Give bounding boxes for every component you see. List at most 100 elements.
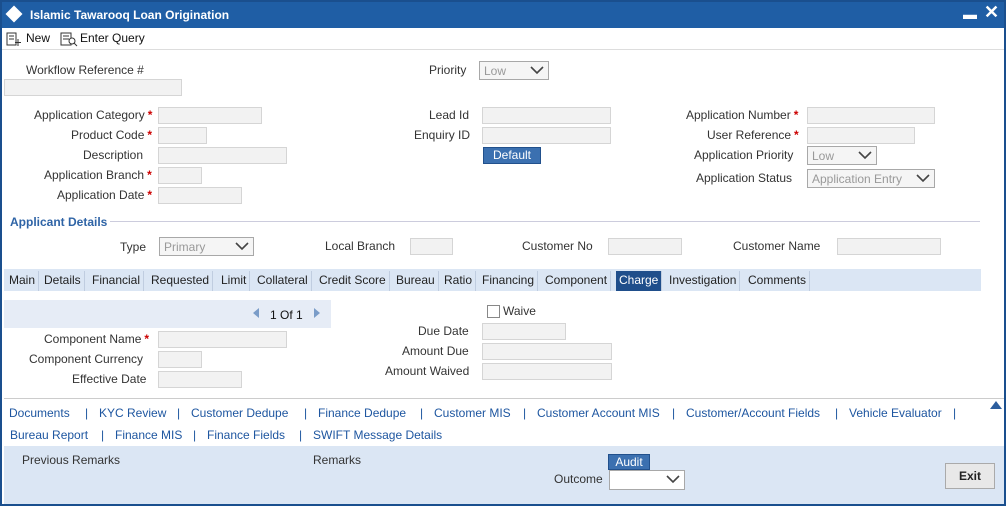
link-vehicle-evaluator[interactable]: Vehicle Evaluator bbox=[849, 406, 942, 420]
effective-date-field[interactable] bbox=[158, 371, 242, 388]
link-separator: | bbox=[672, 406, 676, 420]
type-value: Primary bbox=[164, 240, 206, 254]
chevron-down-icon bbox=[235, 242, 249, 251]
link-separator: | bbox=[85, 406, 89, 420]
chevron-down-icon bbox=[666, 475, 680, 484]
link-customer-mis[interactable]: Customer MIS bbox=[434, 406, 511, 420]
application-priority-select[interactable]: Low bbox=[807, 146, 877, 165]
default-button[interactable]: Default bbox=[483, 147, 541, 164]
required-mark: * bbox=[793, 108, 799, 122]
new-icon bbox=[6, 32, 21, 46]
lead-id-label: Lead Id bbox=[429, 108, 470, 122]
outcome-select[interactable] bbox=[609, 470, 685, 490]
link-finance-fields[interactable]: Finance Fields bbox=[207, 428, 285, 442]
section-divider bbox=[110, 221, 980, 222]
workflow-reference-field[interactable] bbox=[4, 79, 182, 96]
previous-record-icon[interactable] bbox=[253, 308, 259, 318]
local-branch-field[interactable] bbox=[410, 238, 453, 255]
lead-id-field[interactable] bbox=[482, 107, 611, 124]
application-branch-field[interactable] bbox=[158, 167, 202, 184]
tab-bureau[interactable]: Bureau bbox=[393, 271, 439, 291]
link-separator: | bbox=[101, 428, 105, 442]
scroll-up-icon[interactable] bbox=[990, 401, 1002, 409]
previous-remarks-label: Previous Remarks bbox=[22, 453, 121, 467]
tab-requested[interactable]: Requested bbox=[148, 271, 214, 291]
customer-no-field[interactable] bbox=[608, 238, 682, 255]
link-finance-mis[interactable]: Finance MIS bbox=[115, 428, 182, 442]
product-code-label: Product Code * bbox=[71, 128, 153, 142]
application-number-field[interactable] bbox=[807, 107, 935, 124]
type-label: Type bbox=[120, 240, 147, 254]
enquiry-id-field[interactable] bbox=[482, 127, 611, 144]
link-kyc-review[interactable]: KYC Review bbox=[99, 406, 166, 420]
quick-links: Documents | KYC Review | Customer Dedupe… bbox=[4, 398, 1004, 446]
toolbar: New Enter Query bbox=[2, 28, 1004, 50]
priority-label: Priority bbox=[429, 63, 467, 77]
description-field[interactable] bbox=[158, 147, 287, 164]
tab-component[interactable]: Component bbox=[542, 271, 612, 291]
link-documents[interactable]: Documents bbox=[9, 406, 70, 420]
tab-main[interactable]: Main bbox=[6, 271, 40, 291]
footer-panel: Previous Remarks Remarks Audit Outcome E… bbox=[4, 446, 1004, 504]
application-priority-label: Application Priority bbox=[694, 148, 794, 162]
tab-limit[interactable]: Limit bbox=[218, 271, 251, 291]
pager-text: 1 Of 1 bbox=[270, 308, 303, 322]
amount-due-field[interactable] bbox=[482, 343, 612, 360]
pager-current: 1 bbox=[270, 308, 277, 322]
customer-name-field[interactable] bbox=[837, 238, 941, 255]
amount-due-label: Amount Due bbox=[402, 344, 469, 358]
link-customer-dedupe[interactable]: Customer Dedupe bbox=[191, 406, 288, 420]
audit-button[interactable]: Audit bbox=[608, 454, 650, 470]
link-swift-message-details[interactable]: SWIFT Message Details bbox=[313, 428, 442, 442]
tab-investigation[interactable]: Investigation bbox=[666, 271, 741, 291]
application-status-label: Application Status bbox=[696, 171, 793, 185]
applicant-details-title: Applicant Details bbox=[10, 215, 108, 229]
link-bureau-report[interactable]: Bureau Report bbox=[10, 428, 88, 442]
exit-button[interactable]: Exit bbox=[945, 463, 995, 489]
workflow-reference-label: Workflow Reference # bbox=[26, 63, 144, 77]
pager-total: 1 bbox=[296, 308, 303, 322]
priority-select[interactable]: Low bbox=[479, 61, 549, 80]
component-currency-field[interactable] bbox=[158, 351, 202, 368]
tab-charge[interactable]: Charge bbox=[616, 271, 663, 291]
application-status-value: Application Entry bbox=[812, 172, 903, 186]
required-mark: * bbox=[147, 168, 152, 182]
title-bar: Islamic Tawarooq Loan Origination ▬ ✕ bbox=[2, 2, 1004, 28]
link-separator: | bbox=[299, 428, 303, 442]
next-record-icon[interactable] bbox=[314, 308, 320, 318]
due-date-field[interactable] bbox=[482, 323, 566, 340]
tab-details[interactable]: Details bbox=[41, 271, 85, 291]
tab-collateral[interactable]: Collateral bbox=[254, 271, 312, 291]
component-name-label: Component Name * bbox=[44, 332, 150, 346]
link-customer-account-mis[interactable]: Customer Account MIS bbox=[537, 406, 660, 420]
product-code-field[interactable] bbox=[158, 127, 207, 144]
amount-waived-field[interactable] bbox=[482, 363, 612, 380]
application-number-label: Application Number * bbox=[686, 108, 799, 122]
application-status-select[interactable]: Application Entry bbox=[807, 169, 935, 188]
tab-ratio[interactable]: Ratio bbox=[441, 271, 477, 291]
tab-comments[interactable]: Comments bbox=[745, 271, 811, 291]
remarks-label: Remarks bbox=[313, 453, 362, 467]
application-category-field[interactable] bbox=[158, 107, 262, 124]
link-separator: | bbox=[177, 406, 181, 420]
component-name-field[interactable] bbox=[158, 331, 287, 348]
tab-credit-score[interactable]: Credit Score bbox=[316, 271, 390, 291]
waive-checkbox[interactable] bbox=[487, 305, 500, 318]
type-select[interactable]: Primary bbox=[159, 237, 254, 256]
user-reference-field[interactable] bbox=[807, 127, 915, 144]
application-branch-label: Application Branch * bbox=[44, 168, 152, 182]
link-customer-account-fields[interactable]: Customer/Account Fields bbox=[686, 406, 820, 420]
link-finance-dedupe[interactable]: Finance Dedupe bbox=[318, 406, 406, 420]
application-date-field[interactable] bbox=[158, 187, 242, 204]
pager-of: Of bbox=[280, 308, 293, 322]
application-category-label: Application Category * bbox=[34, 108, 153, 122]
tab-financing[interactable]: Financing bbox=[479, 271, 539, 291]
close-icon[interactable]: ✕ bbox=[984, 2, 999, 23]
outcome-label: Outcome bbox=[554, 472, 603, 486]
enter-query-label: Enter Query bbox=[80, 31, 145, 45]
chevron-down-icon bbox=[858, 151, 872, 160]
link-separator: | bbox=[953, 406, 957, 420]
tab-financial[interactable]: Financial bbox=[89, 271, 145, 291]
minimize-icon[interactable]: ▬ bbox=[963, 6, 977, 22]
enter-query-icon bbox=[60, 32, 78, 47]
